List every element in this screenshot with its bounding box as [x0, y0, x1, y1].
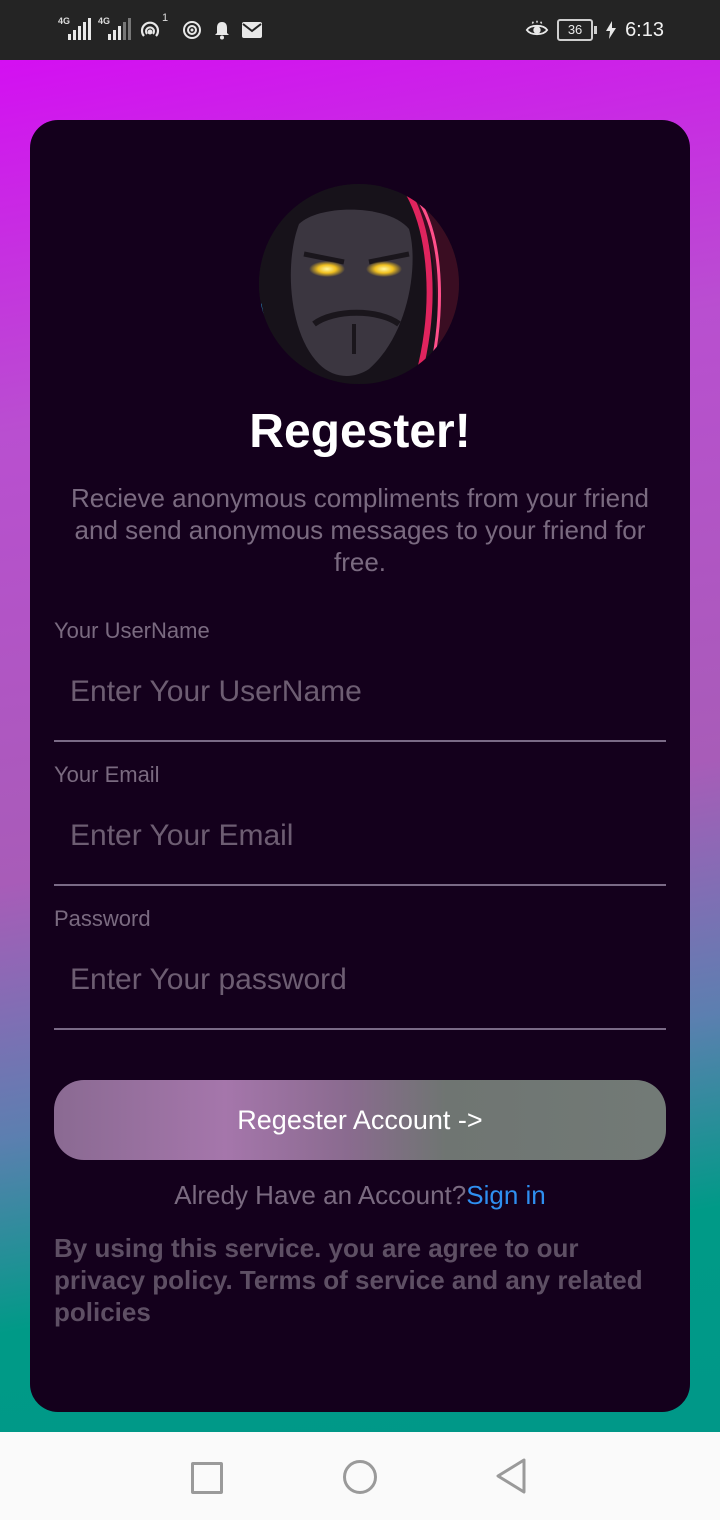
status-bar-left: 4G 4G 1: [58, 12, 264, 46]
mail-icon: [240, 18, 264, 42]
signin-row: Alredy Have an Account?Sign in: [30, 1180, 690, 1211]
sim2-signal-icon: 4G: [98, 16, 132, 42]
terms-text: By using this service. you are agree to …: [54, 1233, 643, 1327]
hotspot-count-badge: 1: [162, 12, 169, 24]
register-account-button[interactable]: Regester Account ->: [54, 1080, 666, 1160]
email-underline: [54, 884, 666, 886]
email-input[interactable]: [54, 814, 666, 858]
home-circle-icon[interactable]: [343, 1460, 377, 1494]
nfc-icon: [180, 18, 204, 42]
username-underline: [54, 740, 666, 742]
signin-prompt: Alredy Have an Account?: [174, 1180, 467, 1210]
password-field-group: Password: [54, 906, 666, 1030]
battery-level: 36: [557, 19, 594, 41]
back-triangle-icon[interactable]: [494, 1456, 530, 1496]
status-bar-right: 36 6:13: [525, 14, 664, 46]
system-nav-bar: [0, 1432, 720, 1520]
clock: 6:13: [625, 18, 664, 41]
page-subtitle: Recieve anonymous compliments from your …: [70, 483, 650, 577]
username-input[interactable]: [54, 670, 666, 714]
eye-comfort-icon: [525, 18, 549, 42]
battery-icon: 36: [557, 19, 598, 41]
username-label: Your UserName: [54, 618, 210, 643]
username-field-group: Your UserName: [54, 618, 666, 742]
sim1-signal-icon: 4G: [58, 16, 92, 42]
status-bar: 4G 4G 1 36 6:13: [0, 0, 720, 60]
password-label: Password: [54, 906, 151, 931]
register-card: Regester! Recieve anonymous compliments …: [30, 120, 690, 1412]
hotspot-icon: [138, 18, 162, 42]
page-title: Regester!: [249, 405, 471, 458]
password-input[interactable]: [54, 958, 666, 1002]
notification-bell-icon: [210, 18, 234, 42]
charging-bolt-icon: [605, 18, 617, 42]
email-field-group: Your Email: [54, 762, 666, 886]
recents-square-icon[interactable]: [191, 1462, 223, 1494]
password-underline: [54, 1028, 666, 1030]
anonymous-mask-avatar: [259, 184, 459, 384]
signin-link[interactable]: Sign in: [466, 1180, 546, 1210]
email-label: Your Email: [54, 762, 160, 787]
